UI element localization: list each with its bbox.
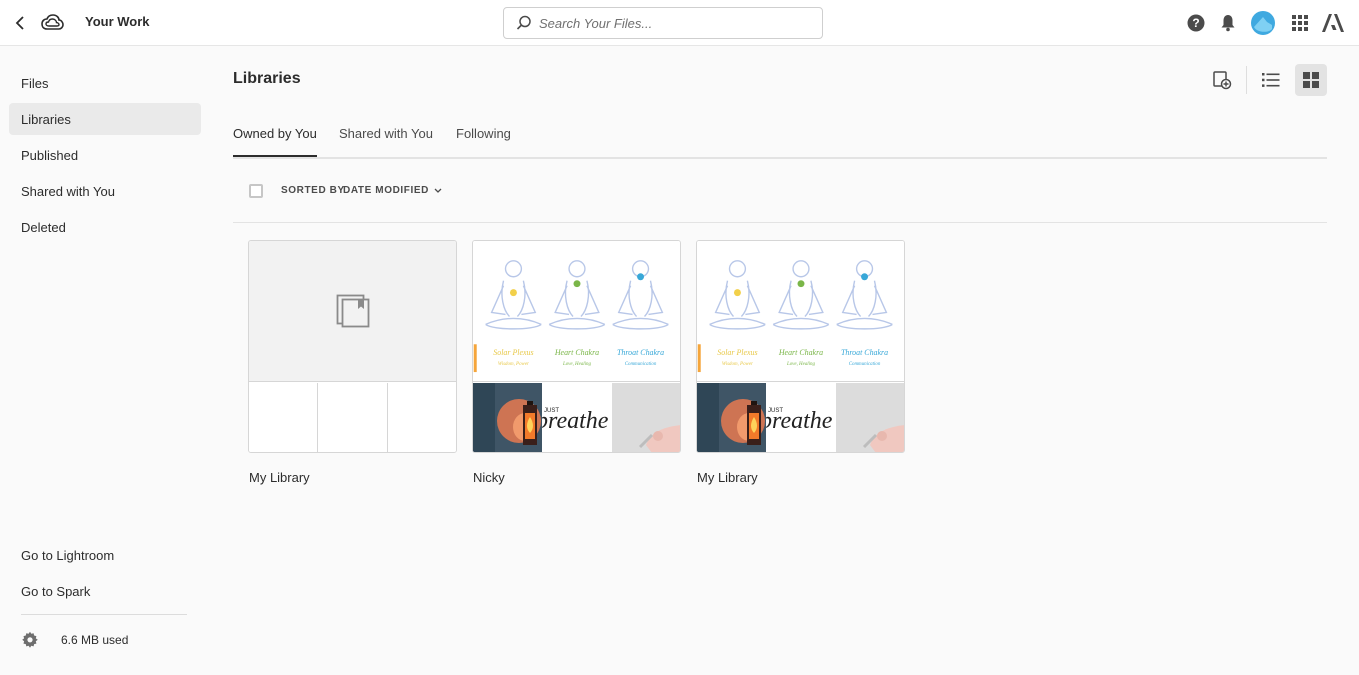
library-thumbnail-cell: [249, 383, 318, 452]
library-name: Nicky: [473, 470, 505, 485]
sidebar-item-label: Deleted: [21, 219, 66, 235]
sidebar-item-files[interactable]: Files: [9, 67, 201, 99]
sidebar: Files Libraries Published Shared with Yo…: [0, 47, 215, 675]
art-heart-sub: Love, Healing: [786, 362, 816, 367]
app-title: Your Work: [85, 14, 150, 29]
library-name: My Library: [697, 470, 758, 485]
art-breathe: breathe: [542, 408, 609, 434]
sidebar-item-label: Shared with You: [21, 183, 115, 199]
create-library-button[interactable]: [1206, 64, 1238, 96]
search-box[interactable]: [503, 7, 823, 39]
library-placeholder-icon: [336, 294, 369, 328]
sort-label: SORTED BY: [281, 185, 345, 196]
art-heart-title: Heart Chakra: [778, 348, 823, 357]
sidebar-item-shared-with-you[interactable]: Shared with You: [9, 175, 201, 207]
sidebar-item-published[interactable]: Published: [9, 139, 201, 171]
adobe-logo-icon[interactable]: [1321, 11, 1345, 35]
chakra-artwork-thumbnail: Solar Plexus Wisdom, Power Heart Chakra …: [473, 241, 680, 382]
library-card-my-library[interactable]: [248, 240, 457, 453]
back-chevron-icon[interactable]: [10, 13, 30, 33]
search-input[interactable]: [539, 15, 809, 31]
apps-grid-icon[interactable]: [1288, 11, 1312, 35]
hand-photo-thumbnail: [612, 383, 680, 452]
tab-owned-by-you[interactable]: Owned by You: [233, 126, 317, 157]
storage-used-text: 6.6 MB used: [61, 633, 129, 647]
svg-text:?: ?: [1192, 16, 1199, 30]
list-view-icon: [1262, 73, 1280, 87]
chakra-artwork-thumbnail: Solar Plexus Wisdom, Power Heart Chakra …: [697, 241, 904, 382]
library-thumbnail: [249, 241, 456, 382]
sidebar-item-label: Libraries: [21, 111, 71, 127]
select-all-checkbox[interactable]: [249, 184, 263, 198]
art-solar-title: Solar Plexus: [717, 348, 757, 357]
page-title: Libraries: [233, 70, 301, 87]
sidebar-item-label: Published: [21, 147, 79, 163]
tab-shared-with-you[interactable]: Shared with You: [339, 126, 433, 157]
art-throat-sub: Communication: [849, 362, 881, 367]
link-label: Go to Spark: [21, 583, 91, 599]
breathe-text-thumbnail: JUST breathe: [766, 383, 836, 452]
art-throat-sub: Communication: [625, 362, 657, 367]
chevron-down-icon: [434, 188, 442, 193]
settings-gear-icon[interactable]: [21, 631, 39, 649]
art-solar-title: Solar Plexus: [493, 348, 533, 357]
list-view-button[interactable]: [1255, 64, 1287, 96]
storage-info: 6.6 MB used: [21, 631, 128, 649]
art-heart-title: Heart Chakra: [554, 348, 599, 357]
top-bar: Your Work ?: [0, 0, 1359, 46]
go-to-spark-link[interactable]: Go to Spark: [9, 575, 201, 607]
sort-value: DATE MODIFIED: [343, 185, 429, 196]
go-to-lightroom-link[interactable]: Go to Lightroom: [9, 539, 201, 571]
help-icon[interactable]: ?: [1184, 11, 1208, 35]
lantern-photo-thumbnail: [473, 383, 542, 452]
library-thumbnail-cell: [389, 383, 456, 452]
art-solar-sub: Wisdom, Power: [722, 362, 753, 367]
art-solar-sub: Wisdom, Power: [498, 362, 529, 367]
art-throat-title: Throat Chakra: [617, 348, 664, 357]
art-heart-sub: Love, Healing: [562, 362, 592, 367]
creative-cloud-logo-icon[interactable]: [40, 11, 64, 35]
library-name: My Library: [249, 470, 310, 485]
sidebar-item-deleted[interactable]: Deleted: [9, 211, 201, 243]
sidebar-divider: [21, 614, 187, 615]
grid-view-icon: [1303, 72, 1319, 88]
art-breathe: breathe: [766, 408, 833, 434]
hand-photo-thumbnail: [836, 383, 904, 452]
grid-view-button[interactable]: [1295, 64, 1327, 96]
search-icon: [516, 15, 531, 30]
toolbar-divider: [1246, 66, 1247, 94]
notifications-bell-icon[interactable]: [1216, 11, 1240, 35]
library-card-nicky[interactable]: Solar Plexus Wisdom, Power Heart Chakra …: [472, 240, 681, 453]
link-label: Go to Lightroom: [21, 547, 115, 563]
art-throat-title: Throat Chakra: [841, 348, 888, 357]
add-library-icon: [1213, 71, 1232, 90]
library-tabs: Owned by You Shared with You Following: [233, 118, 1327, 159]
lantern-photo-thumbnail: [697, 383, 766, 452]
sidebar-item-label: Files: [21, 75, 49, 91]
sort-bar: SORTED BY DATE MODIFIED: [233, 176, 1327, 223]
library-card-my-library-2[interactable]: Solar Plexus Wisdom, Power Heart Chakra …: [696, 240, 905, 453]
sidebar-item-libraries[interactable]: Libraries: [9, 103, 201, 135]
breathe-text-thumbnail: JUST breathe: [542, 383, 612, 452]
sort-dropdown[interactable]: DATE MODIFIED: [343, 185, 442, 196]
tab-following[interactable]: Following: [456, 126, 511, 157]
avatar[interactable]: [1251, 11, 1275, 35]
library-thumbnail-cell: [319, 383, 388, 452]
